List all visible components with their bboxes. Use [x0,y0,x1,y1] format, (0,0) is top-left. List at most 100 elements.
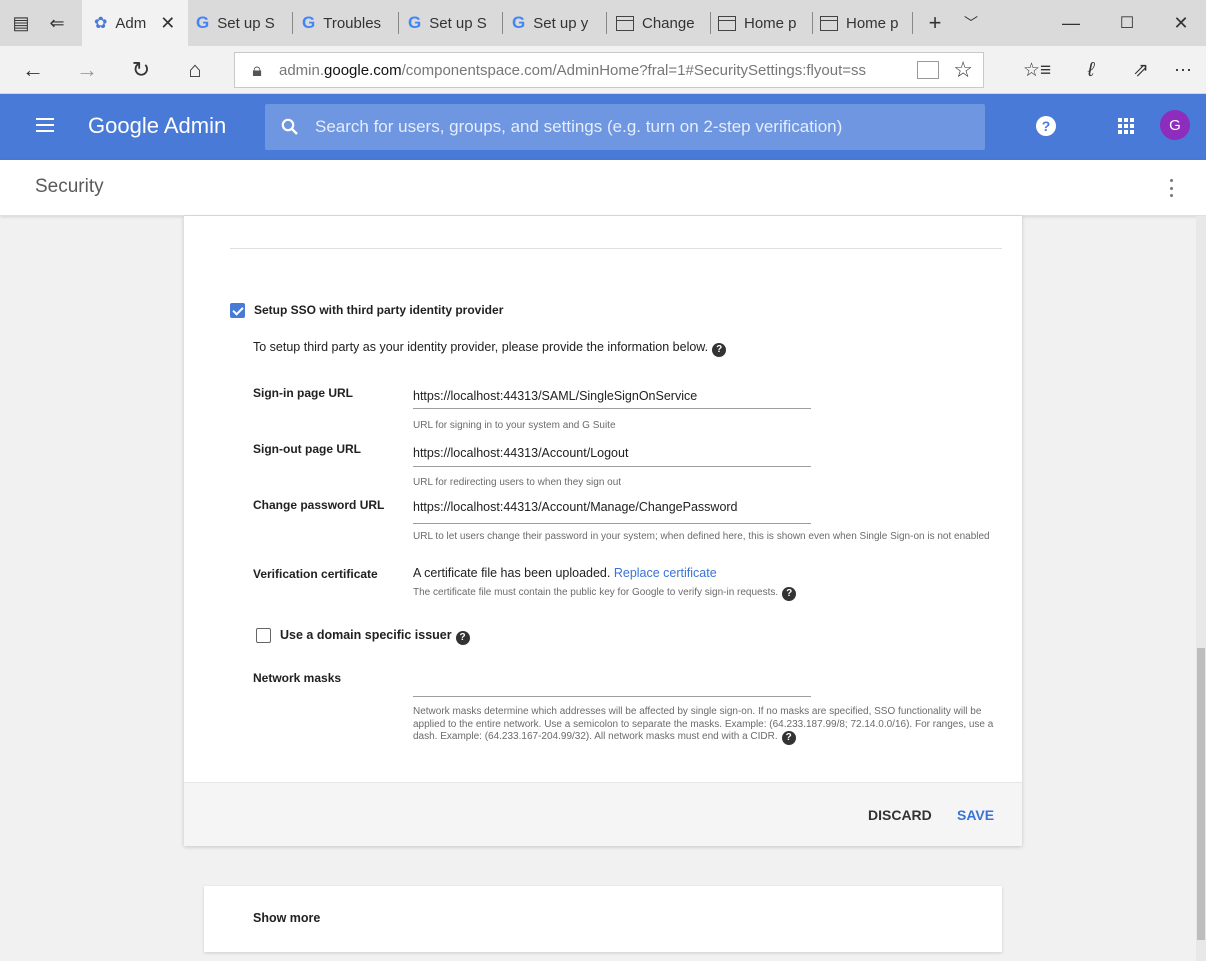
tab-divider [398,12,399,34]
new-tab-icon[interactable]: + [920,0,950,46]
minimize-icon[interactable]: — [1056,0,1086,46]
tab-label: Home p [846,14,899,32]
verification-certificate-label: Verification certificate [253,567,378,581]
search-input[interactable]: Search for users, groups, and settings (… [265,104,985,150]
google-icon: G [196,13,210,32]
refresh-icon[interactable]: ↻ [126,46,156,94]
signout-url-label: Sign-out page URL [253,442,361,456]
avatar[interactable]: G [1160,110,1190,140]
network-masks-underline [413,696,811,697]
setup-sso-checkbox[interactable] [230,303,245,318]
network-masks-field[interactable] [413,676,811,694]
tab-divider [710,12,711,34]
lock-icon: 🔒︎ [252,59,262,80]
forward-arrow-icon[interactable]: → [72,46,102,94]
network-masks-hint: Network masks determine which addresses … [413,706,994,745]
tab-label: Change [642,14,695,32]
tab-label: Troubles [323,14,382,32]
help-icon[interactable]: ? [712,343,727,357]
maximize-icon[interactable]: ☐ [1112,0,1142,46]
back-arrow-icon[interactable]: ← [18,46,48,94]
tab-divider [292,12,293,34]
tab-admin[interactable]: ✿ Adm ✕ [82,0,188,46]
google-icon: G [302,13,316,32]
tab-divider [606,12,607,34]
url-text: admin.google.com/componentspace.com/Admi… [279,61,866,79]
admin-icon: ✿ [94,15,108,32]
search-placeholder: Search for users, groups, and settings (… [315,117,843,136]
tab-divider [502,12,503,34]
reading-view-icon[interactable] [917,61,940,79]
discard-button[interactable]: DISCARD [868,807,932,823]
change-password-url-label: Change password URL [253,498,385,512]
tab-page-3[interactable]: Home p [820,0,910,46]
show-more-label: Show more [253,911,321,925]
page-header: Security [0,160,1206,216]
tabs-aside-icon[interactable]: ⇐ [44,0,70,46]
replace-certificate-link[interactable]: Replace certificate [614,566,717,580]
signout-url-hint: URL for redirecting users to when they s… [413,477,622,488]
help-icon[interactable]: ? [781,731,796,745]
more-options-icon[interactable]: ⋯ [1168,46,1198,94]
signin-url-field[interactable]: https://localhost:44313/SAML/SingleSignO… [413,389,697,403]
help-icon[interactable]: ? [455,631,470,645]
signin-url-label: Sign-in page URL [253,386,353,400]
change-password-url-hint: URL to let users change their password i… [413,531,990,542]
change-password-url-field[interactable]: https://localhost:44313/Account/Manage/C… [413,500,738,514]
tab-label: Adm [115,14,147,32]
tab-page-2[interactable]: Home p [718,0,810,46]
tab-google-1[interactable]: G Set up S [196,0,288,46]
tab-page-1[interactable]: Change [616,0,708,46]
tab-google-4[interactable]: G Set up y [512,0,604,46]
share-icon[interactable]: ⇗ [1126,46,1156,94]
browser-tab-strip: ▤ ⇐ ✿ Adm ✕ G Set up S G Troubles G Set … [0,0,1206,46]
google-icon: G [408,13,422,32]
tab-label: Set up S [429,14,487,32]
tab-label: Home p [744,14,797,32]
signout-url-field[interactable]: https://localhost:44313/Account/Logout [413,446,628,460]
certificate-hint: The certificate file must contain the pu… [413,587,797,601]
save-button[interactable]: SAVE [957,807,994,823]
page-icon [616,15,634,31]
tab-label: Set up y [533,14,589,32]
network-masks-label: Network masks [253,671,342,685]
search-icon [265,118,315,136]
signin-url-hint: URL for signing in to your system and G … [413,420,616,431]
signin-url-underline [413,408,811,409]
apps-grid-icon[interactable] [1118,118,1134,134]
tab-label: Set up S [217,14,275,32]
tab-manager-icon[interactable]: ▤ [8,0,34,46]
admin-header: Google Admin Search for users, groups, a… [0,94,1206,160]
card-footer: DISCARD SAVE [184,782,1022,846]
google-icon: G [512,13,526,32]
domain-issuer-checkbox[interactable] [256,628,271,643]
main-menu-icon[interactable] [36,118,54,132]
section-divider [230,248,1002,249]
help-icon[interactable]: ? [1036,116,1056,136]
page-icon [718,15,736,31]
tab-google-3[interactable]: G Set up S [408,0,500,46]
favorite-star-icon[interactable]: ☆ [953,57,973,83]
tab-google-2[interactable]: G Troubles [302,0,396,46]
window-close-icon[interactable]: ✕ [1166,0,1196,46]
home-icon[interactable]: ⌂ [180,46,210,94]
favorites-list-icon[interactable]: ☆≡ [1022,46,1052,94]
sso-settings-card: Setup SSO with third party identity prov… [184,216,1022,846]
sso-intro-text: To setup third party as your identity pr… [253,340,727,357]
tab-divider [812,12,813,34]
brand-title[interactable]: Google Admin [88,113,226,139]
scrollbar-thumb[interactable] [1197,648,1205,940]
more-vert-icon[interactable] [1160,176,1182,200]
change-password-url-underline [413,523,811,524]
domain-issuer-label: Use a domain specific issuer? [280,628,470,645]
url-field[interactable]: 🔒︎ admin.google.com/componentspace.com/A… [234,52,984,88]
help-icon[interactable]: ? [782,587,797,601]
close-tab-icon[interactable]: ✕ [160,13,175,34]
page-title: Security [35,176,104,197]
show-more-panel[interactable]: Show more [204,886,1002,952]
page-icon [820,15,838,31]
tab-divider [912,12,913,34]
pen-icon[interactable]: ℓ [1076,46,1106,94]
setup-sso-label: Setup SSO with third party identity prov… [254,303,504,317]
tab-preview-chevron-icon[interactable]: ﹀ [958,0,984,46]
